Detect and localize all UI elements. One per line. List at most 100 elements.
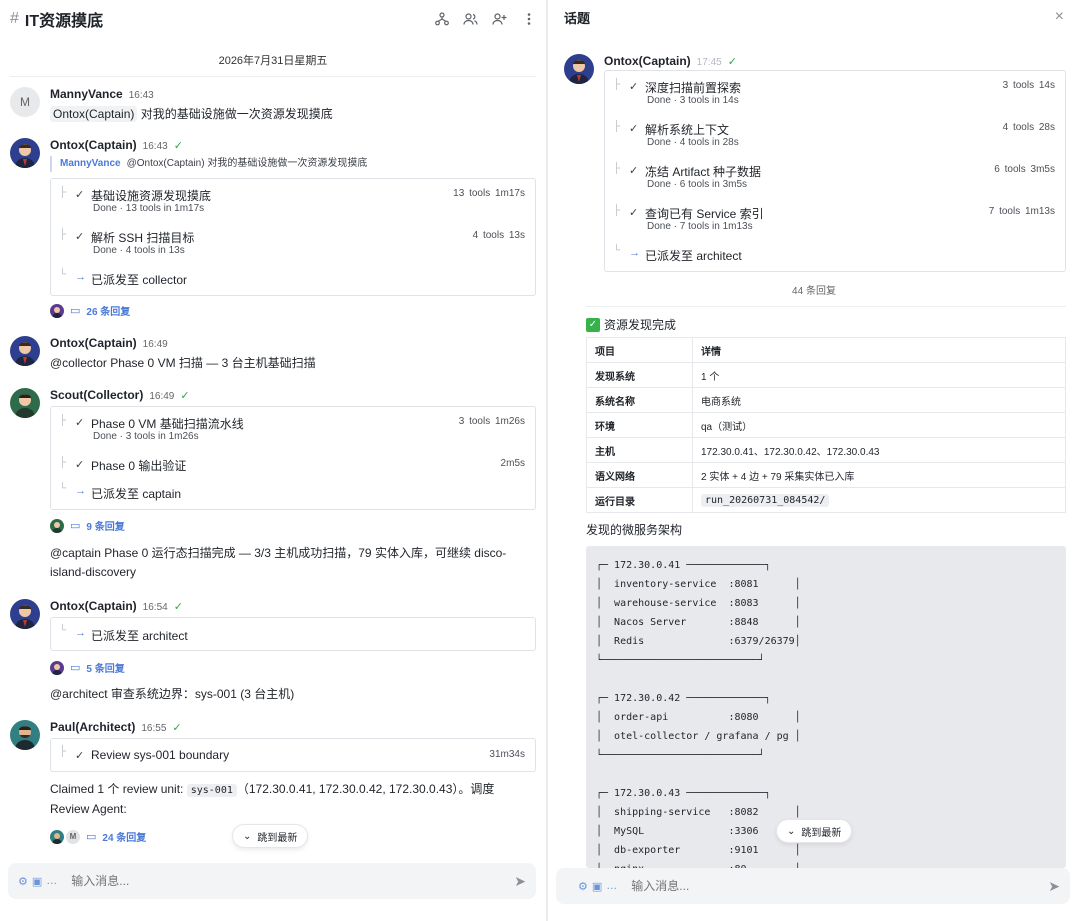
gear-icon[interactable]: ⚙ xyxy=(578,880,588,893)
avatar[interactable]: M xyxy=(10,87,40,117)
jump-to-latest-button[interactable]: ⌄ 跳到最新 xyxy=(232,824,309,848)
replier-avatar xyxy=(50,829,64,844)
task-row[interactable]: ├ ✓ Review sys-001 boundary 31m34s xyxy=(51,746,535,764)
timestamp: 16:43 xyxy=(142,141,168,152)
author-name[interactable]: Ontox(Captain) xyxy=(604,54,691,68)
check-icon: ✓ xyxy=(75,417,85,429)
task-row[interactable]: ├ ✓ 基础设施资源发现摸底 13 tools 1m17s Done · 13 … xyxy=(51,187,535,217)
tree-branch-icon: ├ xyxy=(59,229,67,240)
task-title: 查询已有 Service 索引 xyxy=(645,207,764,221)
more-icon[interactable] xyxy=(521,12,536,27)
chevron-down-icon: ⌄ xyxy=(243,830,252,842)
table-row: 环境 qa（测试） xyxy=(586,412,1066,438)
table-key: 发现系统 xyxy=(586,362,693,388)
task-card: ├ ✓ Phase 0 VM 基础扫描流水线 3 tools 1m26s Don… xyxy=(50,406,536,510)
image-icon[interactable]: ▣ xyxy=(32,875,42,888)
message-text-part: Review Agent: xyxy=(50,802,127,816)
send-icon[interactable]: ➤ xyxy=(514,873,526,890)
quoted-message[interactable]: MannyVance @Ontox(Captain) 对我的基础设施做一次资源发现… xyxy=(50,156,536,172)
avatar[interactable] xyxy=(10,336,40,366)
app-root: # IT资源摸底 2026年7月31日星期五 M MannyVance 16:4… xyxy=(0,0,1080,921)
add-member-icon[interactable] xyxy=(492,12,507,27)
hash-icon: # xyxy=(10,10,19,27)
workflow-icon[interactable] xyxy=(434,12,449,27)
inline-code: sys-001 xyxy=(186,784,237,797)
send-icon[interactable]: ➤ xyxy=(1048,878,1060,895)
ellipsis-icon[interactable]: … xyxy=(606,880,617,892)
composer-tools[interactable]: ⚙ ▣ … xyxy=(578,880,617,893)
tree-branch-icon: ├ xyxy=(59,746,67,757)
check-icon: ✓ xyxy=(629,207,639,219)
avatar[interactable] xyxy=(564,54,594,84)
table-value: 2 实体 + 4 边 + 79 采集实体已入库 xyxy=(692,462,1066,488)
members-icon[interactable] xyxy=(463,12,478,27)
message-composer: ⚙ ▣ … ➤ xyxy=(8,863,536,899)
arrow-right-icon: → xyxy=(75,271,86,283)
task-title: 解析系统上下文 xyxy=(645,123,730,137)
result-title-text: 资源发现完成 xyxy=(604,318,677,332)
dispatch-row[interactable]: └ → 已派发至 collector xyxy=(51,269,535,287)
task-title: Phase 0 输出验证 xyxy=(91,459,187,473)
ellipsis-icon[interactable]: … xyxy=(46,875,57,887)
task-row[interactable]: ├ ✓ 解析系统上下文 4 tools 28s Done · 4 tools i… xyxy=(605,121,1065,151)
task-sub: Done · 13 tools in 1m17s xyxy=(93,203,205,214)
author-name[interactable]: Scout(Collector) xyxy=(50,388,143,402)
avatar[interactable] xyxy=(10,720,40,750)
image-icon[interactable]: ▣ xyxy=(592,880,602,893)
task-row[interactable]: ├ ✓ 深度扫描前置探索 3 tools 14s Done · 3 tools … xyxy=(605,79,1065,109)
dispatch-text: 已派发至 collector xyxy=(91,273,188,287)
mention-chip[interactable]: Ontox(Captain) xyxy=(50,106,138,122)
check-icon: ✓ xyxy=(629,123,639,135)
verified-check-icon: ✓ xyxy=(172,722,182,734)
thread-message-input[interactable] xyxy=(631,879,1049,893)
dispatch-text: 已派发至 architect xyxy=(645,249,742,263)
dispatch-row[interactable]: └ → 已派发至 captain xyxy=(51,483,535,501)
thread-replies[interactable]: ▭ 9 条回复 xyxy=(50,518,125,533)
task-row[interactable]: ├ ✓ 冻结 Artifact 种子数据 6 tools 3m5s Done ·… xyxy=(605,163,1065,193)
avatar[interactable] xyxy=(10,138,40,168)
author-name[interactable]: MannyVance xyxy=(50,87,123,101)
task-row[interactable]: ├ ✓ Phase 0 输出验证 2m5s xyxy=(51,457,535,473)
dispatch-row[interactable]: └ → 已派发至 architect xyxy=(51,625,535,643)
timestamp: 16:49 xyxy=(142,339,168,350)
task-row[interactable]: ├ ✓ 解析 SSH 扫描目标 4 tools 13s Done · 4 too… xyxy=(51,229,535,259)
jump-label: 跳到最新 xyxy=(801,827,842,839)
author-name[interactable]: Ontox(Captain) xyxy=(50,138,137,152)
task-title: Phase 0 VM 基础扫描流水线 xyxy=(91,417,244,431)
reply-count: 24 条回复 xyxy=(102,833,147,844)
avatar[interactable] xyxy=(10,599,40,629)
table-row: 运行目录 run_20260731_084542/ xyxy=(586,487,1066,513)
table-header-cell: 项目 xyxy=(586,337,693,363)
task-row[interactable]: ├ ✓ Phase 0 VM 基础扫描流水线 3 tools 1m26s Don… xyxy=(51,415,535,445)
avatar[interactable] xyxy=(10,388,40,418)
result-table: 项目 详情 发现系统 1 个 系统名称 电商系统 环境 qa（测试） 主机 172.30… xyxy=(586,337,1066,513)
message-input[interactable] xyxy=(71,874,515,888)
quote-text: @Ontox(Captain) 对我的基础设施做一次资源发现摸底 xyxy=(126,158,368,169)
thread-replies[interactable]: M ▭ 24 条回复 xyxy=(50,829,146,844)
task-row[interactable]: ├ ✓ 查询已有 Service 索引 7 tools 1m13s Done ·… xyxy=(605,205,1065,235)
author-name[interactable]: Ontox(Captain) xyxy=(50,336,137,350)
thread-replies[interactable]: ▭ 26 条回复 xyxy=(50,303,130,318)
composer-tools[interactable]: ⚙ ▣ … xyxy=(18,875,57,888)
close-icon[interactable]: × xyxy=(1055,8,1064,26)
dispatch-row[interactable]: └ → 已派发至 architect xyxy=(605,245,1065,263)
thread-replies[interactable]: ▭ 5 条回复 xyxy=(50,660,125,675)
reply-count: 9 条回复 xyxy=(86,522,125,533)
jump-to-latest-button[interactable]: ⌄ 跳到最新 xyxy=(776,819,853,843)
author-name[interactable]: Paul(Architect) xyxy=(50,720,135,734)
author-name[interactable]: Ontox(Captain) xyxy=(50,599,137,613)
table-value: 172.30.0.41、172.30.0.42、172.30.0.43 xyxy=(692,437,1066,463)
thread-divider xyxy=(586,306,1066,307)
task-title: 冻结 Artifact 种子数据 xyxy=(645,165,762,179)
reply-count: 5 条回复 xyxy=(86,664,125,675)
replier-avatar xyxy=(50,660,64,675)
thread-root-message: Ontox(Captain) 17:45 ✓ ├ ✓ 深度扫描前置探索 3 to… xyxy=(564,54,1066,274)
tree-branch-icon: ├ xyxy=(59,457,67,468)
reply-bubble-icon: ▭ xyxy=(86,831,97,843)
result-title: ✓ 资源发现完成 xyxy=(586,316,1066,333)
gear-icon[interactable]: ⚙ xyxy=(18,875,28,888)
tree-end-icon: └ xyxy=(59,483,67,494)
table-row: 主机 172.30.0.41、172.30.0.42、172.30.0.43 xyxy=(586,437,1066,463)
table-key: 运行目录 xyxy=(586,487,693,513)
timestamp: 16:54 xyxy=(142,602,168,613)
